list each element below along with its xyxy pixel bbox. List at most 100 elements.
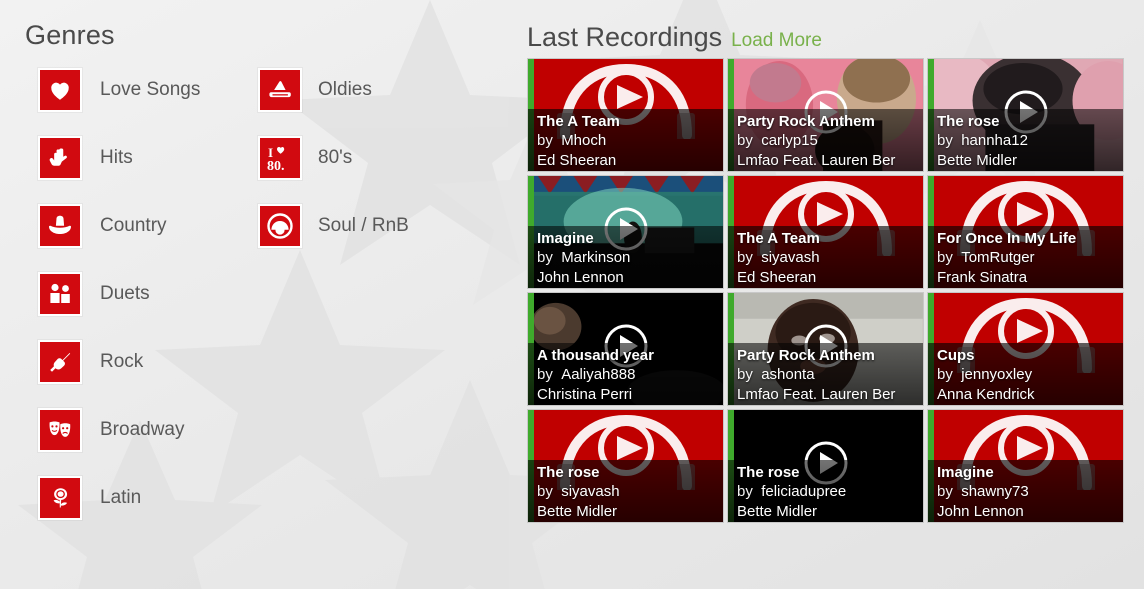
- tile-row: The rose by siyavash Bette Midler The ro…: [527, 409, 1137, 523]
- tile-caption: Cups by jennyoxley Anna Kendrick: [928, 343, 1123, 405]
- tile-row: A thousand year by Aaliyah888 Christina …: [527, 292, 1137, 406]
- by-word: by: [537, 249, 553, 266]
- by-word: by: [737, 249, 753, 266]
- by-word: by: [537, 366, 553, 383]
- tile-song-title: Cups: [937, 347, 975, 364]
- recording-tile[interactable]: The rose by hannha12 Bette Midler: [927, 58, 1124, 172]
- genre-label: Hits: [100, 147, 133, 168]
- tile-byline: by ashonta: [737, 365, 921, 385]
- recording-tile[interactable]: A thousand year by Aaliyah888 Christina …: [527, 292, 724, 406]
- tile-artist: Lmfao Feat. Lauren Ber: [737, 386, 896, 403]
- tile-artist: John Lennon: [537, 269, 624, 286]
- load-more-link[interactable]: Load More: [731, 30, 822, 52]
- tile-caption: Imagine by shawny73 John Lennon: [928, 460, 1123, 522]
- tile-song-title: Party Rock Anthem: [737, 347, 875, 364]
- tile-artist: Frank Sinatra: [937, 269, 1028, 286]
- tile-song-title: The A Team: [737, 230, 820, 247]
- tile-username: feliciadupree: [761, 483, 847, 500]
- rose-icon: [38, 476, 82, 520]
- genre-item-duets[interactable]: Duets: [38, 272, 200, 316]
- genre-item-love-songs[interactable]: Love Songs: [38, 68, 200, 112]
- tile-username: ashonta: [761, 366, 815, 383]
- tile-caption: The A Team by Mhoch Ed Sheeran: [528, 109, 723, 171]
- tile-row: Imagine by Markinson John Lennon The A T…: [527, 175, 1137, 289]
- tile-caption: For Once In My Life by TomRutger Frank S…: [928, 226, 1123, 288]
- recordings-grid: The A Team by Mhoch Ed Sheeran Party Roc…: [527, 58, 1137, 526]
- genre-item-broadway[interactable]: Broadway: [38, 408, 200, 452]
- tile-caption: A thousand year by Aaliyah888 Christina …: [528, 343, 723, 405]
- tile-caption: Party Rock Anthem by carlyp15 Lmfao Feat…: [728, 109, 923, 171]
- tile-song-title: The rose: [537, 464, 600, 481]
- tile-byline: by Markinson: [537, 248, 721, 268]
- genre-item-country[interactable]: Country: [38, 204, 200, 248]
- tile-row: The A Team by Mhoch Ed Sheeran Party Roc…: [527, 58, 1137, 172]
- tile-caption: The rose by feliciadupree Bette Midler: [728, 460, 923, 522]
- tile-username: TomRutger: [961, 249, 1035, 266]
- tile-artist: Anna Kendrick: [937, 386, 1035, 403]
- genre-label: Love Songs: [100, 79, 201, 100]
- recording-tile[interactable]: Cups by jennyoxley Anna Kendrick: [927, 292, 1124, 406]
- genre-item-soul-rnb[interactable]: Soul / RnB: [258, 204, 409, 248]
- gramophone-icon: [258, 68, 302, 112]
- genre-label: Soul / RnB: [318, 215, 409, 236]
- recording-tile[interactable]: Party Rock Anthem by ashonta Lmfao Feat.…: [727, 292, 924, 406]
- tile-username: jennyoxley: [961, 366, 1033, 383]
- genre-label: Oldies: [318, 79, 372, 100]
- tile-caption: The rose by hannha12 Bette Midler: [928, 109, 1123, 171]
- tile-caption: Party Rock Anthem by ashonta Lmfao Feat.…: [728, 343, 923, 405]
- tile-caption: Imagine by Markinson John Lennon: [528, 226, 723, 288]
- tile-artist: Bette Midler: [737, 503, 818, 520]
- tile-byline: by TomRutger: [937, 248, 1121, 268]
- by-word: by: [737, 132, 753, 149]
- tile-byline: by jennyoxley: [937, 365, 1121, 385]
- tile-username: shawny73: [961, 483, 1029, 500]
- recordings-title: Last Recordings: [527, 22, 723, 52]
- by-word: by: [537, 483, 553, 500]
- tile-artist: Bette Midler: [537, 503, 618, 520]
- tile-username: carlyp15: [761, 132, 818, 149]
- tile-artist: Ed Sheeran: [737, 269, 817, 286]
- genre-item-latin[interactable]: Latin: [38, 476, 200, 520]
- by-word: by: [737, 483, 753, 500]
- tile-song-title: Imagine: [537, 230, 594, 247]
- i-love-80s-icon: I 80.: [258, 136, 302, 180]
- tile-byline: by carlyp15: [737, 131, 921, 151]
- pointing-hand-icon: [38, 136, 82, 180]
- by-word: by: [937, 483, 953, 500]
- tile-song-title: Imagine: [937, 464, 994, 481]
- genre-item-80s[interactable]: I 80. 80's: [258, 136, 409, 180]
- genre-label: Country: [100, 215, 167, 236]
- svg-text:80.: 80.: [267, 159, 285, 173]
- tile-username: Aaliyah888: [561, 366, 636, 383]
- genre-item-oldies[interactable]: Oldies: [258, 68, 409, 112]
- recording-tile[interactable]: The rose by siyavash Bette Midler: [527, 409, 724, 523]
- tile-song-title: Party Rock Anthem: [737, 113, 875, 130]
- genre-label: 80's: [318, 147, 353, 168]
- tile-caption: The rose by siyavash Bette Midler: [528, 460, 723, 522]
- tile-caption: The A Team by siyavash Ed Sheeran: [728, 226, 923, 288]
- tile-byline: by feliciadupree: [737, 482, 921, 502]
- tile-username: siyavash: [761, 249, 820, 266]
- genre-item-rock[interactable]: Rock: [38, 340, 200, 384]
- genre-item-hits[interactable]: Hits: [38, 136, 200, 180]
- recording-tile[interactable]: The A Team by siyavash Ed Sheeran: [727, 175, 924, 289]
- recording-tile[interactable]: For Once In My Life by TomRutger Frank S…: [927, 175, 1124, 289]
- by-word: by: [937, 132, 953, 149]
- svg-text:I: I: [268, 145, 273, 160]
- tile-artist: Bette Midler: [937, 152, 1018, 169]
- tile-song-title: The rose: [937, 113, 1000, 130]
- recording-tile[interactable]: Imagine by Markinson John Lennon: [527, 175, 724, 289]
- tile-username: Markinson: [561, 249, 631, 266]
- recording-tile[interactable]: Imagine by shawny73 John Lennon: [927, 409, 1124, 523]
- genres-column-2: Oldies I 80. 80's Soul / RnB: [258, 68, 409, 272]
- tile-username: Mhoch: [561, 132, 607, 149]
- recording-tile[interactable]: The A Team by Mhoch Ed Sheeran: [527, 58, 724, 172]
- recordings-panel: Last Recordings Load More The A Team by …: [520, 0, 1144, 589]
- recording-tile[interactable]: The rose by feliciadupree Bette Midler: [727, 409, 924, 523]
- recording-tile[interactable]: Party Rock Anthem by carlyp15 Lmfao Feat…: [727, 58, 924, 172]
- genre-label: Duets: [100, 283, 150, 304]
- tile-song-title: A thousand year: [537, 347, 654, 364]
- recordings-header: Last Recordings Load More: [527, 22, 822, 53]
- tile-username: siyavash: [561, 483, 620, 500]
- tile-song-title: The rose: [737, 464, 800, 481]
